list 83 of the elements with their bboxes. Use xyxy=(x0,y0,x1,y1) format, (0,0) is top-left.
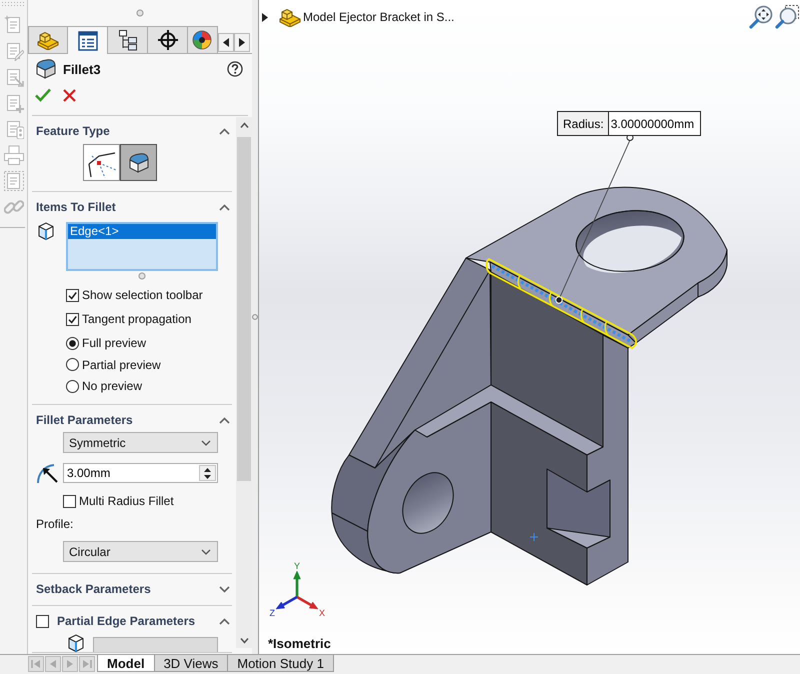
section-title: Fillet Parameters xyxy=(36,413,134,427)
cross-icon xyxy=(63,88,76,102)
checkmark-icon xyxy=(68,314,77,324)
section-title: Partial Edge Parameters xyxy=(57,614,196,628)
tab[interactable]: Motion Study 1 xyxy=(228,655,334,672)
caret-down-icon xyxy=(201,440,211,446)
caret-right-icon xyxy=(239,38,245,47)
tab[interactable] xyxy=(148,26,188,53)
field-label: Profile: xyxy=(36,516,74,533)
chevron-up-icon[interactable] xyxy=(219,416,230,424)
view-name: *Isometric xyxy=(268,636,331,651)
radio-label: Partial preview xyxy=(82,358,161,372)
drag-handle-icon[interactable] xyxy=(136,9,144,17)
splitter-handle-icon[interactable] xyxy=(252,314,258,320)
tab[interactable] xyxy=(188,26,218,53)
property-list-icon xyxy=(78,30,98,50)
feature-title: Fillet3 xyxy=(63,62,102,76)
scrollbar[interactable] xyxy=(236,117,252,648)
chevron-down-icon[interactable] xyxy=(219,586,230,592)
radio-label: Full preview xyxy=(82,336,146,350)
tab[interactable]: Model xyxy=(97,655,155,672)
dropdown[interactable]: Symmetric xyxy=(63,432,218,453)
section-title: Items To Fillet xyxy=(36,200,117,214)
tab[interactable] xyxy=(68,26,108,54)
caret-down-icon xyxy=(201,548,211,554)
part-name[interactable]: Model Ejector Bracket in S... xyxy=(303,10,454,24)
scroll-left-button[interactable] xyxy=(218,33,234,52)
zoom-to-area-icon[interactable] xyxy=(775,5,799,29)
callout-label: Radius: xyxy=(558,112,609,135)
crosshair-icon xyxy=(158,30,178,50)
color-sphere-icon xyxy=(192,30,212,50)
checkbox[interactable] xyxy=(66,288,79,302)
section-title: Setback Parameters xyxy=(36,582,152,596)
chevron-up-icon[interactable] xyxy=(219,128,230,134)
radius-field[interactable]: 3.00mm xyxy=(63,463,218,483)
rounded-cube-icon xyxy=(128,152,148,172)
section-title: Feature Type xyxy=(36,124,111,138)
origin-marker-icon xyxy=(530,532,538,542)
help-icon[interactable] xyxy=(227,61,243,77)
radio-label: No preview xyxy=(82,379,142,393)
selection-list[interactable]: Edge<1> xyxy=(66,222,218,271)
spinner[interactable] xyxy=(199,465,216,481)
axis-label: Z xyxy=(270,608,275,618)
dropdown[interactable]: Circular xyxy=(63,541,218,562)
chevron-down-icon[interactable] xyxy=(240,637,248,644)
caret-left-icon xyxy=(223,38,229,47)
checkmark-icon xyxy=(68,290,77,300)
feature-type-button[interactable] xyxy=(83,144,120,181)
check-icon xyxy=(35,88,51,102)
cube-edge-icon xyxy=(38,222,54,240)
checkbox[interactable] xyxy=(63,494,76,508)
chevron-up-icon[interactable] xyxy=(240,122,248,129)
tree-structure-icon xyxy=(118,30,136,50)
checkbox-label: Multi Radius Fillet xyxy=(79,494,174,508)
feature-type-button[interactable] xyxy=(120,144,157,181)
tab[interactable] xyxy=(108,26,148,53)
checkbox-label: Show selection toolbar xyxy=(82,288,203,302)
ok-button[interactable] xyxy=(35,88,51,102)
chevron-up-icon[interactable] xyxy=(219,618,230,624)
radio-button[interactable] xyxy=(66,336,79,350)
checkbox-label: Tangent propagation xyxy=(82,312,192,326)
part-block-icon xyxy=(37,30,59,50)
cancel-button[interactable] xyxy=(63,88,76,102)
part-block-icon xyxy=(279,7,301,27)
expand-arrow-icon[interactable] xyxy=(262,12,268,22)
caret-down-icon[interactable] xyxy=(204,474,211,478)
scrollbar-thumb[interactable] xyxy=(237,137,251,481)
radio-button[interactable] xyxy=(66,380,79,392)
tab[interactable]: 3D Views xyxy=(154,655,228,672)
scroll-right-button[interactable] xyxy=(234,33,250,52)
axis-label: Y xyxy=(294,561,300,571)
resize-handle-icon[interactable] xyxy=(138,272,146,280)
chevron-up-icon[interactable] xyxy=(219,204,230,210)
radio-button[interactable] xyxy=(66,358,79,371)
grip-dots-icon xyxy=(2,1,25,7)
zoom-to-fit-icon[interactable] xyxy=(749,5,773,29)
checkbox[interactable] xyxy=(36,614,49,628)
rounded-cube-icon xyxy=(36,59,56,79)
radius-arrow-icon xyxy=(36,462,58,484)
list-item[interactable]: Edge<1> xyxy=(68,224,216,239)
caret-up-icon[interactable] xyxy=(204,468,211,472)
axis-label: X xyxy=(319,608,326,618)
checkbox[interactable] xyxy=(66,312,79,326)
